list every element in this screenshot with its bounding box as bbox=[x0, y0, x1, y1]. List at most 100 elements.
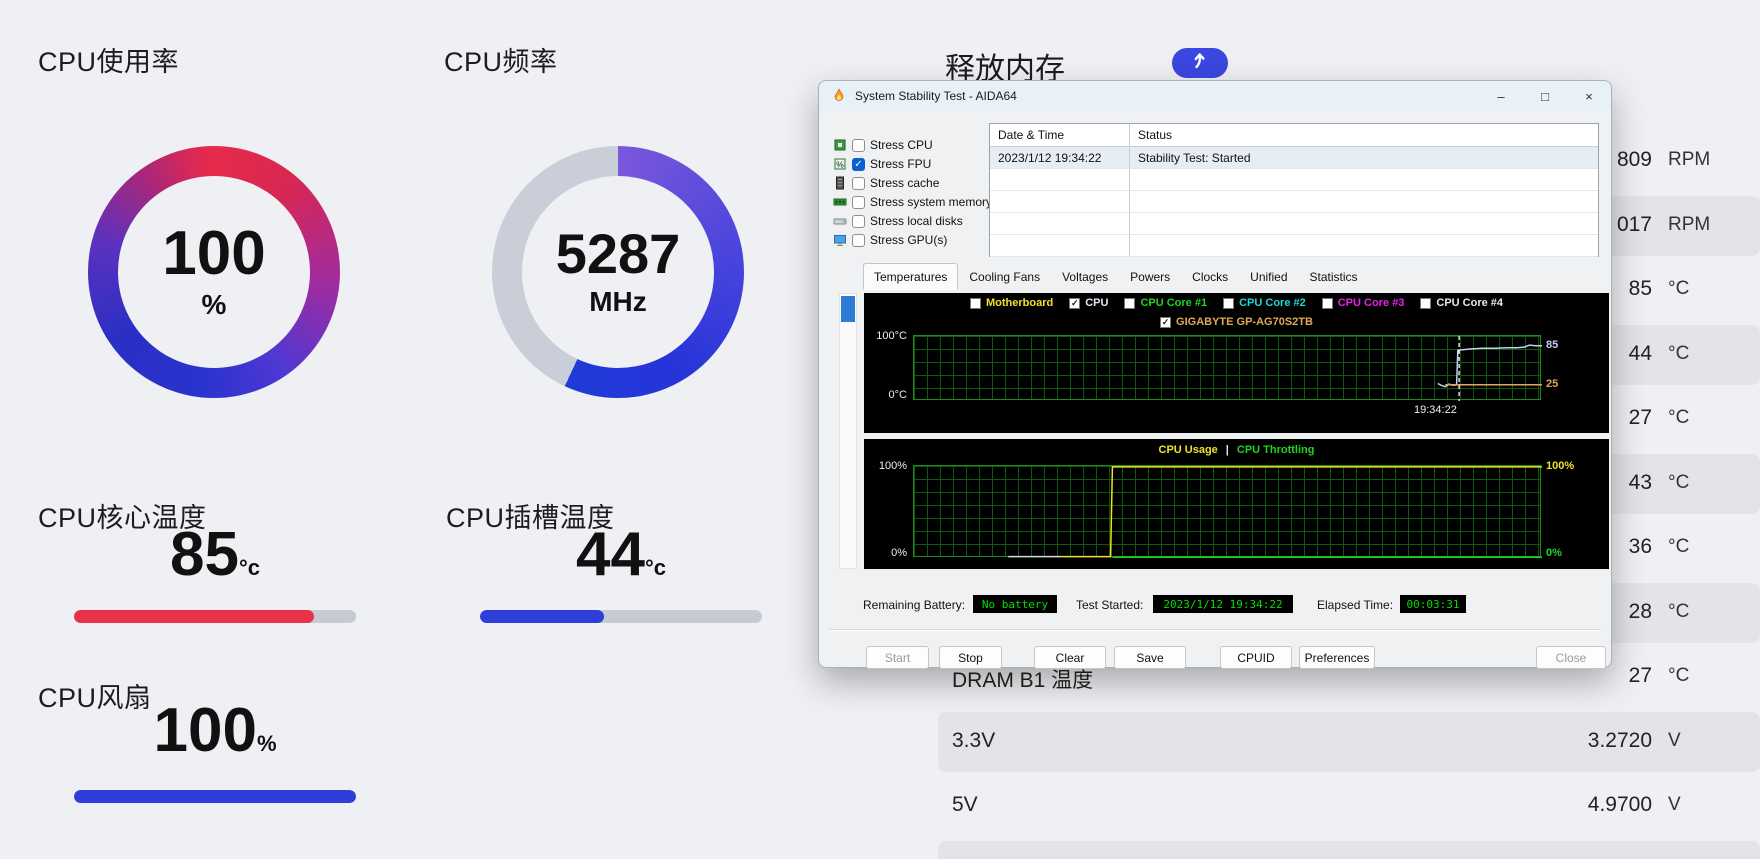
sensor-value: 27 bbox=[1629, 406, 1652, 430]
cpu-chip-icon bbox=[833, 138, 847, 152]
close-button[interactable]: × bbox=[1567, 81, 1611, 111]
legend-checkbox[interactable] bbox=[1124, 298, 1135, 309]
usage-right-top-label: 100% bbox=[1546, 460, 1574, 472]
graph-scrollbar[interactable] bbox=[839, 293, 857, 569]
temperature-graph-panel: Motherboard✓CPUCPU Core #1CPU Core #2CPU… bbox=[864, 293, 1609, 433]
usage-title-part: CPU Usage bbox=[1159, 444, 1218, 456]
cpu-usage-title: CPU使用率 bbox=[38, 40, 179, 79]
stress-checkbox[interactable] bbox=[852, 234, 865, 247]
stress-label: Stress local disks bbox=[870, 214, 963, 228]
sensor-unit: °C bbox=[1668, 407, 1689, 429]
legend-item: CPU Core #3 bbox=[1322, 297, 1405, 309]
gpu-legend: ✓GIGABYTE GP-AG70S2TB bbox=[864, 316, 1609, 328]
sensor-value: 27 bbox=[1629, 664, 1652, 688]
close-button: Close bbox=[1536, 646, 1606, 669]
legend-checkbox[interactable] bbox=[1420, 298, 1431, 309]
usage-axis-bottom: 0% bbox=[891, 547, 907, 559]
stress-label: Stress GPU(s) bbox=[870, 233, 947, 247]
sensor-unit: V bbox=[1668, 794, 1681, 816]
tab-voltages[interactable]: Voltages bbox=[1051, 265, 1119, 290]
series-line bbox=[1062, 467, 1542, 557]
temp-right-label: 85 bbox=[1546, 339, 1558, 351]
sensor-unit: RPM bbox=[1668, 214, 1710, 236]
log-row-empty bbox=[990, 191, 1598, 213]
cpu-freq-gauge: 5287 MHz bbox=[492, 146, 744, 398]
cpu-socket-temp-value-wrap: 44°c bbox=[480, 524, 762, 586]
sensor-value: 44 bbox=[1629, 342, 1652, 366]
cpu-freq-value: 5287 bbox=[556, 226, 681, 282]
status-label: Remaining Battery: bbox=[863, 598, 965, 612]
disk-drive-icon bbox=[833, 214, 847, 228]
maximize-button[interactable]: □ bbox=[1523, 81, 1567, 111]
boost-arrow-icon bbox=[1190, 51, 1210, 76]
tab-temperatures[interactable]: Temperatures bbox=[863, 263, 958, 290]
legend-item: Motherboard bbox=[970, 297, 1053, 309]
usage-axis-top: 100% bbox=[879, 460, 907, 472]
minimize-button[interactable]: – bbox=[1479, 81, 1523, 111]
stress-option: Stress cache bbox=[833, 174, 939, 192]
sensor-value: 809 bbox=[1617, 148, 1652, 172]
sensor-value: 85 bbox=[1629, 277, 1652, 301]
stress-label: Stress cache bbox=[870, 176, 939, 190]
graph-scrollbar-thumb[interactable] bbox=[841, 296, 855, 322]
memory-release-button[interactable] bbox=[1172, 48, 1228, 78]
usage-title-part: CPU Throttling bbox=[1237, 444, 1315, 456]
stress-option: Stress system memory bbox=[833, 193, 992, 211]
stress-checkbox[interactable] bbox=[852, 196, 865, 209]
temp-right-label: 25 bbox=[1546, 378, 1558, 390]
sensor-unit: °C bbox=[1668, 536, 1689, 558]
legend-checkbox[interactable] bbox=[1223, 298, 1234, 309]
legend-checkbox[interactable] bbox=[1322, 298, 1333, 309]
log-col-status[interactable]: Status bbox=[1130, 124, 1598, 146]
sensor-unit: °C bbox=[1668, 601, 1689, 623]
stress-option: % ✓ Stress FPU bbox=[833, 155, 931, 173]
stress-checkbox[interactable]: ✓ bbox=[852, 158, 865, 171]
stress-checkbox[interactable] bbox=[852, 139, 865, 152]
tab-unified[interactable]: Unified bbox=[1239, 265, 1298, 290]
aida64-titlebar[interactable]: System Stability Test - AIDA64 –□× bbox=[819, 81, 1611, 111]
log-col-date[interactable]: Date & Time bbox=[990, 124, 1130, 146]
cpu-core-temp-value: 85 bbox=[170, 520, 239, 589]
sensor-value: 017 bbox=[1617, 213, 1652, 237]
temp-time-label: 19:34:22 bbox=[1414, 404, 1457, 416]
status-value-box: 00:03:31 bbox=[1400, 595, 1466, 613]
window-title: System Stability Test - AIDA64 bbox=[855, 89, 1017, 103]
status-label: Elapsed Time: bbox=[1317, 598, 1393, 612]
legend-checkbox[interactable]: ✓ bbox=[1160, 317, 1171, 328]
sensor-row: 5V4.9700V bbox=[938, 776, 1760, 836]
sensor-unit: V bbox=[1668, 730, 1681, 752]
start-button: Start bbox=[866, 646, 929, 669]
svg-text:%: % bbox=[836, 160, 844, 170]
clear-button[interactable]: Clear bbox=[1034, 646, 1106, 669]
stress-option: Stress GPU(s) bbox=[833, 231, 947, 249]
sensor-value: 4.9700 bbox=[1588, 793, 1652, 817]
sensor-value: 3.2720 bbox=[1588, 729, 1652, 753]
log-row[interactable]: 2023/1/12 19:34:22Stability Test: Starte… bbox=[990, 147, 1598, 169]
stress-label: Stress FPU bbox=[870, 157, 931, 171]
legend-checkbox[interactable]: ✓ bbox=[1069, 298, 1080, 309]
separator bbox=[829, 629, 1601, 631]
cpuid-button[interactable]: CPUID bbox=[1220, 646, 1292, 669]
tab-powers[interactable]: Powers bbox=[1119, 265, 1181, 290]
cpu-freq-gauge-text: 5287 MHz bbox=[492, 146, 744, 398]
legend-checkbox[interactable] bbox=[970, 298, 981, 309]
cpu-socket-temp-bar-fill bbox=[480, 610, 604, 623]
legend-item: CPU Core #1 bbox=[1124, 297, 1207, 309]
memory-module-icon bbox=[833, 195, 847, 209]
cpu-fan-value: 100 bbox=[153, 696, 256, 765]
legend-item: CPU Core #4 bbox=[1420, 297, 1503, 309]
stress-checkbox[interactable] bbox=[852, 215, 865, 228]
sensor-value: 43 bbox=[1629, 471, 1652, 495]
tab-cooling-fans[interactable]: Cooling Fans bbox=[958, 265, 1051, 290]
cpu-socket-temp-value: 44 bbox=[576, 520, 645, 589]
legend-item: CPU Core #2 bbox=[1223, 297, 1306, 309]
stress-checkbox[interactable] bbox=[852, 177, 865, 190]
tab-statistics[interactable]: Statistics bbox=[1299, 265, 1369, 290]
tab-clocks[interactable]: Clocks bbox=[1181, 265, 1239, 290]
stop-button[interactable]: Stop bbox=[939, 646, 1002, 669]
aida64-window: System Stability Test - AIDA64 –□× Stres… bbox=[818, 80, 1612, 668]
preferences-button[interactable]: Preferences bbox=[1299, 646, 1375, 669]
save-button[interactable]: Save bbox=[1114, 646, 1186, 669]
legend-label: CPU Core #2 bbox=[1239, 297, 1306, 309]
sensor-unit: °C bbox=[1668, 472, 1689, 494]
